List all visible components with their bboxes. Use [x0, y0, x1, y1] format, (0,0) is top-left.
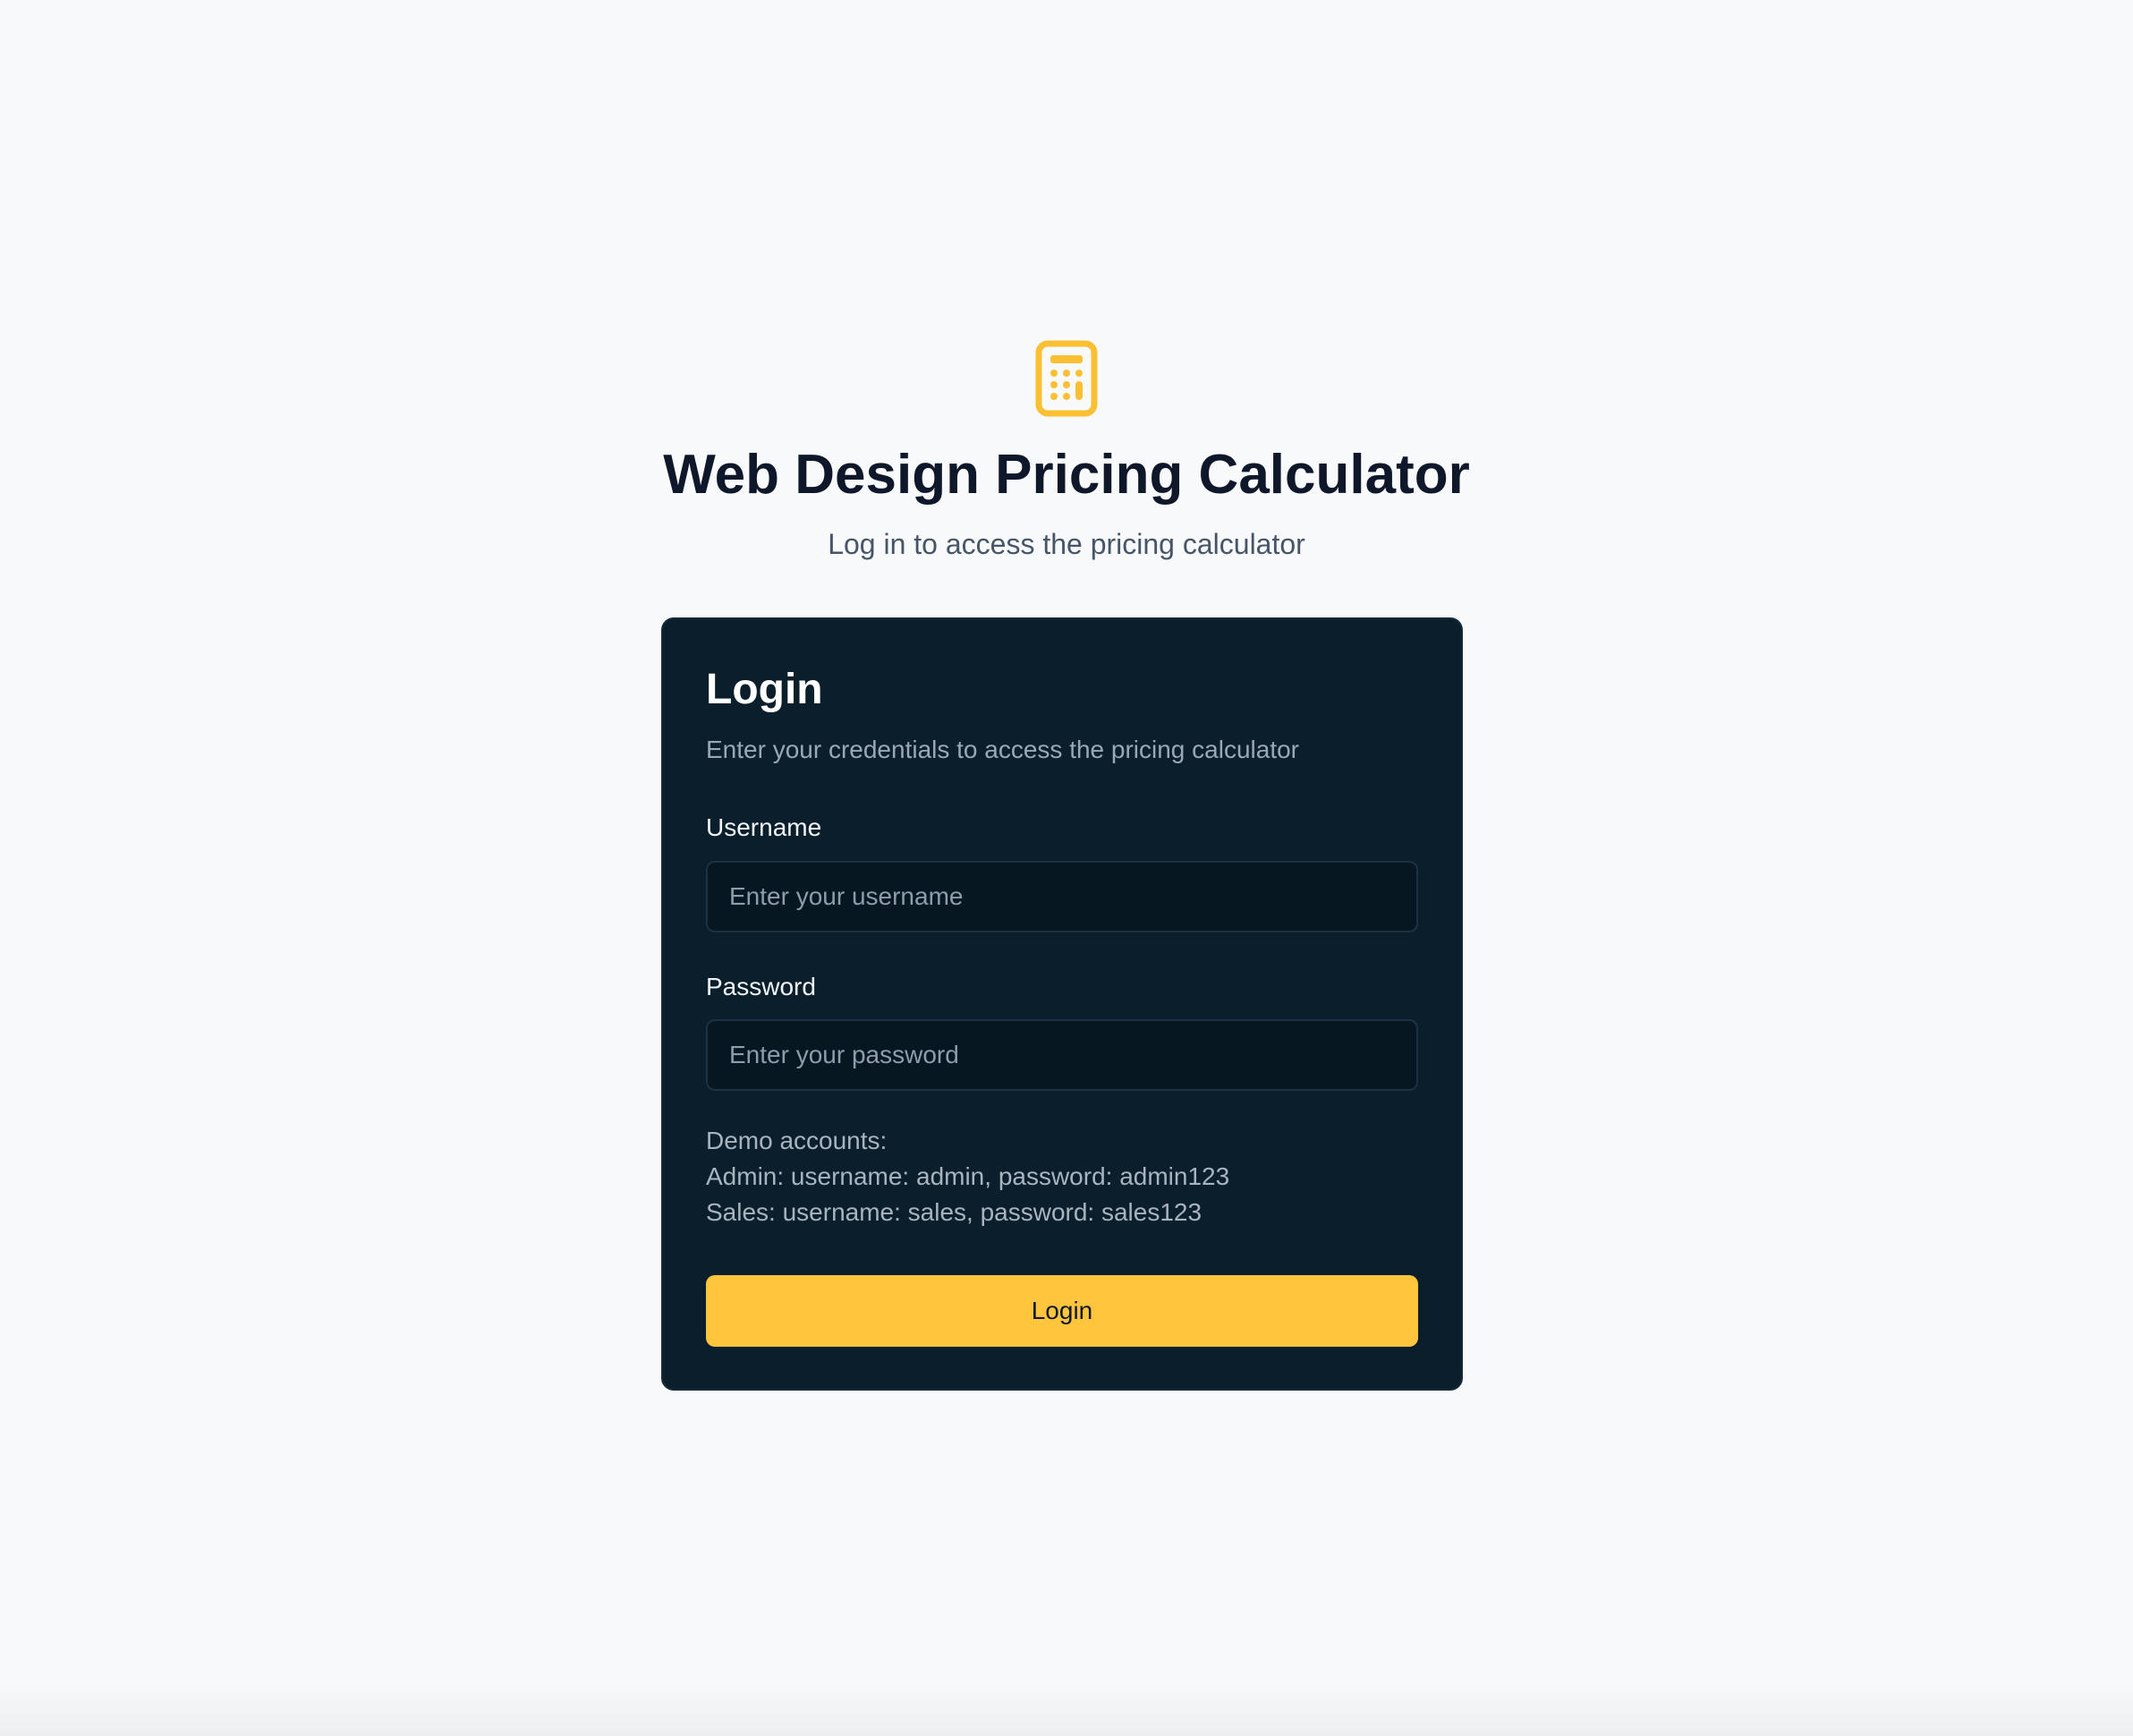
page-subtitle: Log in to access the pricing calculator — [828, 528, 1305, 561]
demo-account-admin: Admin: username: admin, password: admin1… — [706, 1162, 1230, 1191]
demo-accounts-heading: Demo accounts: — [706, 1127, 888, 1155]
bottom-edge-shade — [0, 1682, 2133, 1736]
page-header: Web Design Pricing Calculator Log in to … — [0, 340, 2133, 564]
login-button[interactable]: Login — [706, 1275, 1418, 1348]
password-label: Password — [706, 972, 816, 1000]
demo-accounts-info: Demo accounts: Admin: username: admin, p… — [706, 1123, 1418, 1230]
calculator-icon — [1035, 340, 1098, 417]
username-label: Username — [706, 813, 822, 841]
login-card: Login Enter your credentials to access t… — [661, 617, 1463, 1391]
username-input[interactable] — [706, 860, 1418, 932]
login-card-description: Enter your credentials to access the pri… — [706, 735, 1299, 763]
page-title: Web Design Pricing Calculator — [663, 444, 1470, 506]
login-card-title: Login — [706, 666, 823, 713]
login-page: Web Design Pricing Calculator Log in to … — [0, 0, 2133, 1736]
password-input[interactable] — [706, 1019, 1418, 1092]
demo-account-sales: Sales: username: sales, password: sales1… — [706, 1198, 1202, 1227]
